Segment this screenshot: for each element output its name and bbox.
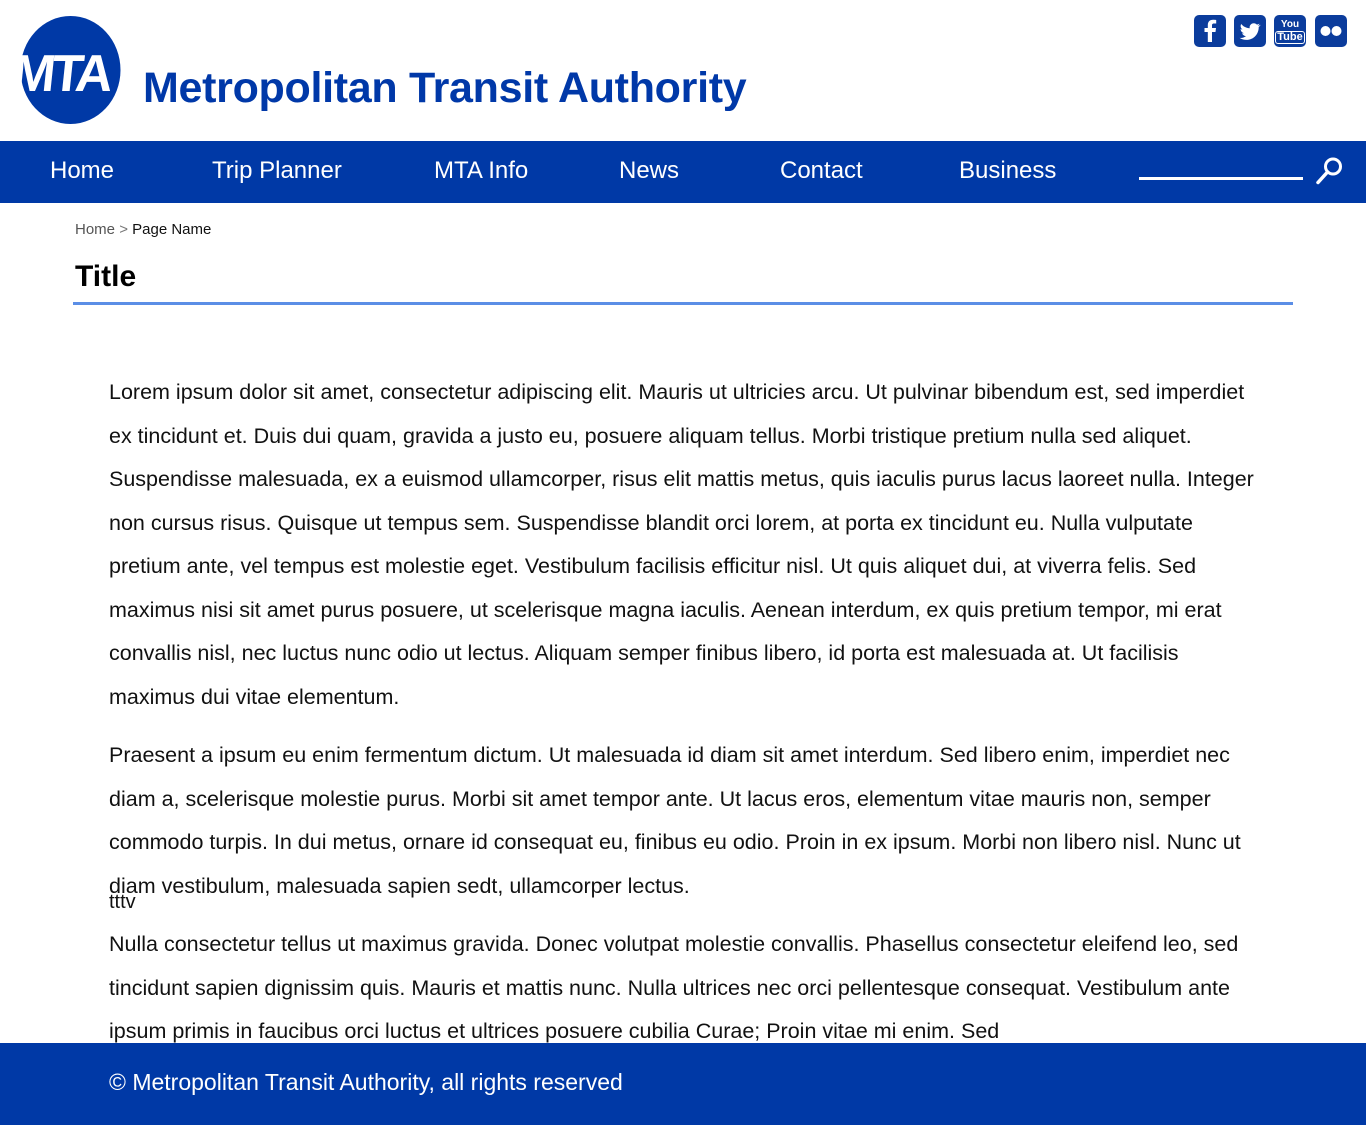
- logo-text: MTA: [20, 45, 116, 103]
- main-content: Lorem ipsum dolor sit amet, consectetur …: [109, 371, 1259, 1069]
- search-icon[interactable]: [1313, 154, 1347, 188]
- flickr-icon[interactable]: [1315, 15, 1347, 47]
- youtube-icon-bottom: Tube: [1275, 30, 1305, 44]
- stray-text: tttv: [109, 891, 136, 913]
- breadcrumb-home-link[interactable]: Home: [75, 221, 115, 238]
- footer-copyright: © Metropolitan Transit Authority, all ri…: [109, 1069, 623, 1095]
- breadcrumb-current: Page Name: [132, 221, 212, 238]
- content-paragraph-3: Nulla consectetur tellus ut maximus grav…: [109, 932, 1239, 1043]
- nav-item-trip-planner[interactable]: Trip Planner: [212, 141, 342, 203]
- youtube-icon[interactable]: You Tube: [1274, 15, 1306, 47]
- nav-item-business[interactable]: Business: [959, 141, 1056, 203]
- facebook-icon[interactable]: [1194, 15, 1226, 47]
- nav-item-contact[interactable]: Contact: [780, 141, 863, 203]
- mta-logo[interactable]: MTA: [20, 15, 121, 125]
- content-paragraph-1: Lorem ipsum dolor sit amet, consectetur …: [109, 380, 1254, 709]
- nav-item-mta-info[interactable]: MTA Info: [434, 141, 528, 203]
- site-header: MTA Metropolitan Transit Authority You T…: [0, 0, 1366, 141]
- site-footer: © Metropolitan Transit Authority, all ri…: [0, 1043, 1366, 1125]
- title-divider: [73, 302, 1293, 305]
- breadcrumb: Home > Page Name: [75, 221, 211, 238]
- nav-item-news[interactable]: News: [619, 141, 679, 203]
- search-input[interactable]: [1139, 152, 1303, 180]
- page-title: Title: [75, 260, 137, 293]
- content-paragraph-2: Praesent a ipsum eu enim fermentum dictu…: [109, 743, 1241, 898]
- breadcrumb-separator: >: [119, 221, 128, 238]
- nav-item-home[interactable]: Home: [50, 141, 114, 203]
- twitter-icon[interactable]: [1234, 15, 1266, 47]
- youtube-icon-top: You: [1280, 18, 1300, 30]
- site-title: Metropolitan Transit Authority: [143, 64, 747, 112]
